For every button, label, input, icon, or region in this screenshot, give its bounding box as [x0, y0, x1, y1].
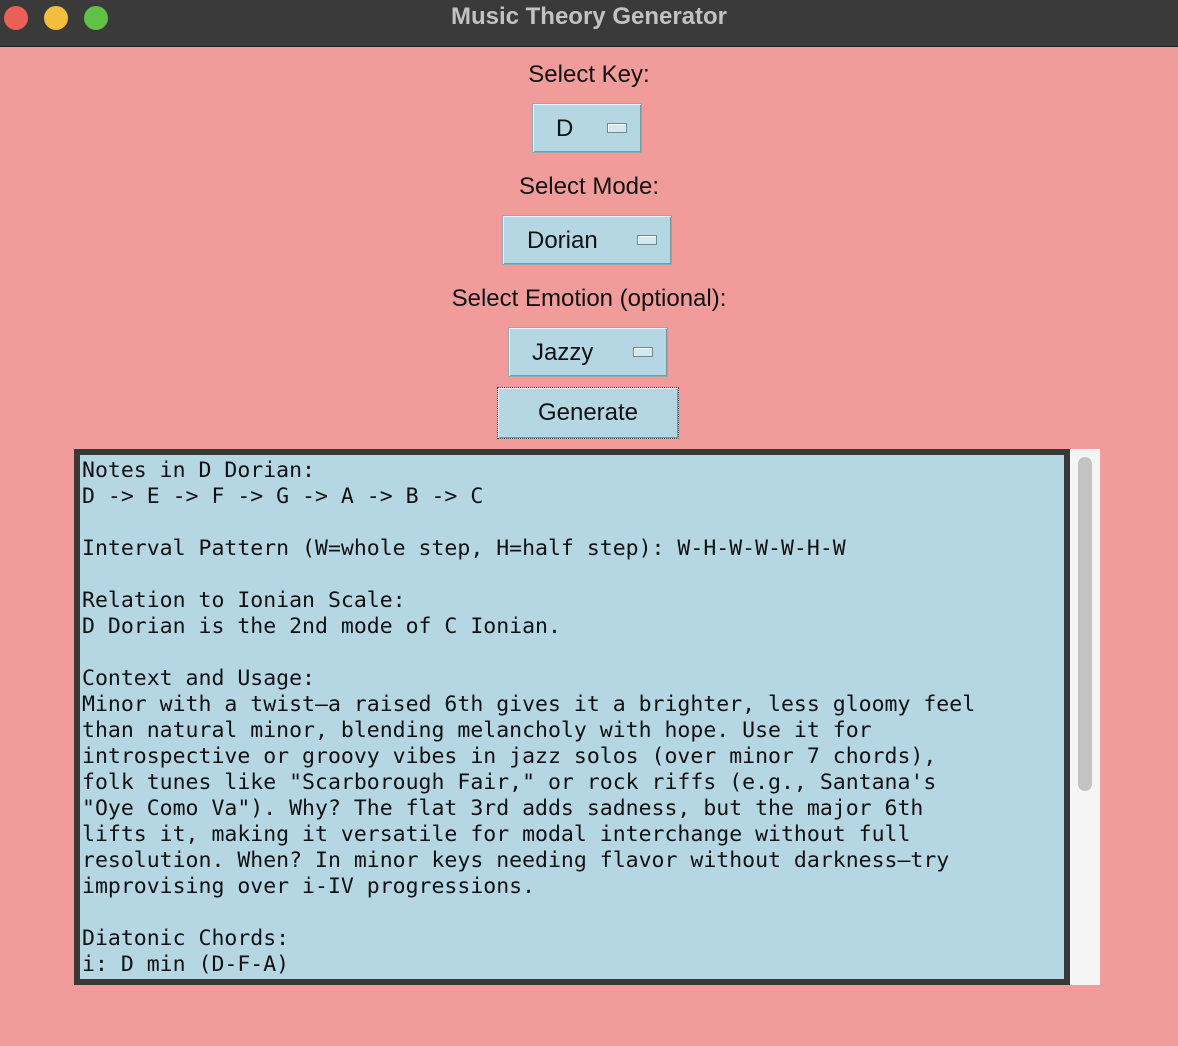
window-title: Music Theory Generator — [450, 3, 728, 30]
scrollbar-thumb[interactable] — [1078, 457, 1092, 791]
dropdown-indicator-icon — [607, 123, 627, 133]
mode-select-value: Dorian — [527, 227, 598, 254]
emotion-select[interactable]: Jazzy — [508, 327, 668, 377]
vertical-scrollbar[interactable] — [1070, 449, 1100, 985]
output-text: Notes in D Dorian: D -> E -> F -> G -> A… — [82, 458, 976, 977]
key-select-value: D — [556, 115, 574, 142]
mode-label: Select Mode: — [518, 173, 660, 200]
key-label: Select Key: — [528, 61, 650, 88]
generate-button[interactable]: Generate — [497, 387, 679, 439]
key-select[interactable]: D — [532, 103, 642, 153]
title-bar: Music Theory Generator — [0, 0, 1178, 47]
dropdown-indicator-icon — [633, 347, 653, 357]
dropdown-indicator-icon — [637, 235, 657, 245]
output-text-area[interactable]: Notes in D Dorian: D -> E -> F -> G -> A… — [74, 449, 1070, 985]
emotion-select-value: Jazzy — [532, 339, 594, 366]
mode-select[interactable]: Dorian — [502, 215, 672, 265]
emotion-label: Select Emotion (optional): — [451, 285, 727, 312]
